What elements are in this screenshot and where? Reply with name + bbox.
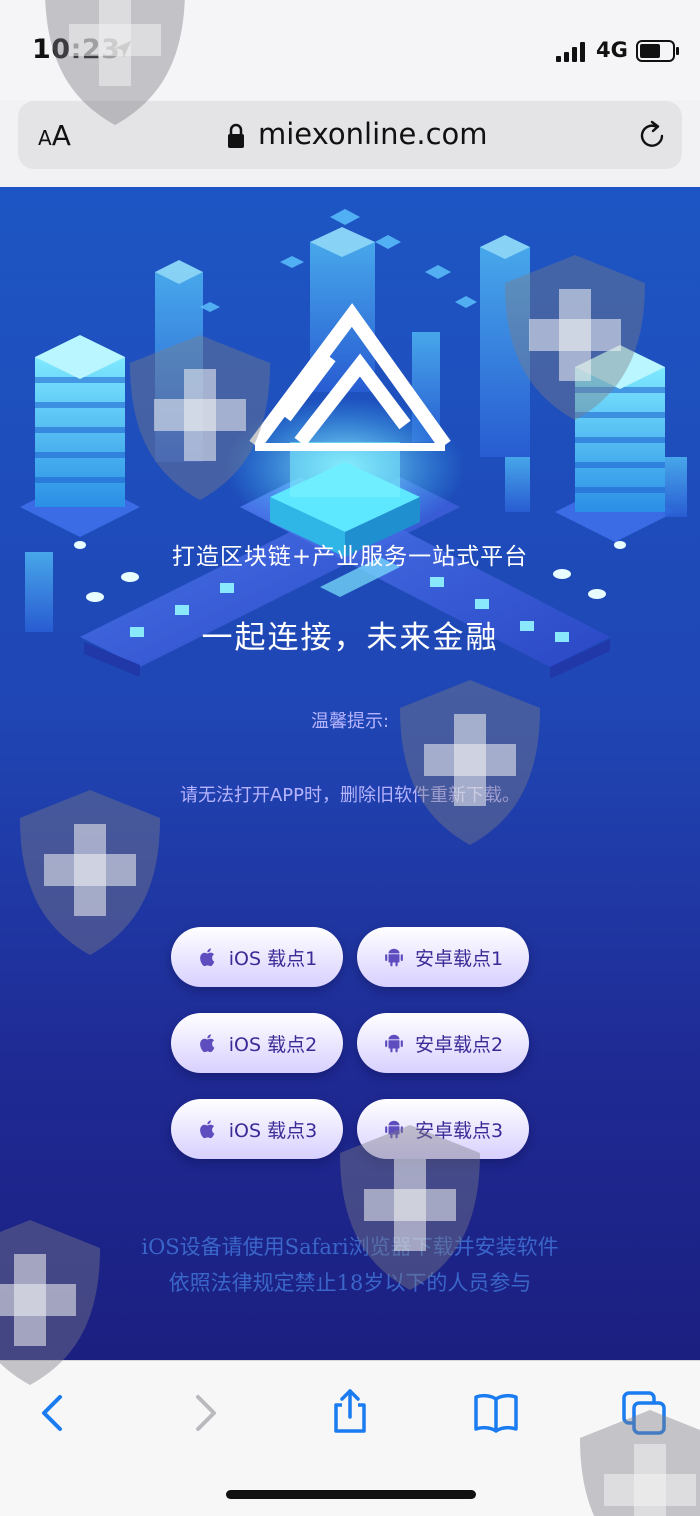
android-download-button-1[interactable]: 安卓载点1: [357, 927, 529, 987]
apple-icon: [199, 1034, 215, 1053]
notice-text: 请无法打开APP时，删除旧软件重新下载。: [179, 785, 521, 806]
back-icon[interactable]: [30, 1389, 78, 1437]
left-tower: [20, 335, 140, 537]
android-download-button-2[interactable]: 安卓载点2: [357, 1013, 529, 1073]
lock-icon: [228, 123, 244, 148]
button-label: iOS 载点1: [228, 947, 318, 970]
bookmarks-icon[interactable]: [472, 1389, 520, 1437]
text-size-button[interactable]: AA: [38, 119, 71, 152]
ios-download-button-1[interactable]: iOS 载点1: [171, 927, 343, 987]
share-icon[interactable]: [326, 1387, 374, 1435]
button-label: iOS 载点2: [228, 1033, 318, 1056]
right-tower: [555, 345, 675, 542]
android-icon: [385, 1034, 403, 1053]
page-content: 打造区块链+产业服务一站式平台 一起连接，未来金融 温馨提示: 请无法打开APP…: [0, 187, 700, 1360]
button-label: 安卓载点2: [414, 1033, 504, 1056]
reload-icon[interactable]: [636, 119, 668, 151]
location-arrow-icon: [114, 40, 132, 58]
android-icon: [385, 948, 403, 967]
hero-title: 一起连接，未来金融: [201, 620, 499, 656]
button-label: 安卓载点1: [414, 947, 504, 970]
apple-icon: [199, 948, 215, 967]
apple-icon: [199, 1120, 215, 1139]
ios-download-button-3[interactable]: iOS 载点3: [171, 1099, 343, 1159]
cell-signal-icon: [556, 42, 585, 62]
ios-download-button-2[interactable]: iOS 载点2: [171, 1013, 343, 1073]
status-bar: 10:23 4G: [0, 0, 700, 100]
android-icon: [385, 1120, 403, 1139]
notice-title: 温馨提示:: [310, 711, 390, 732]
url-text[interactable]: miexonline.com: [258, 117, 488, 151]
footer-age-note: 依照法律规定禁止18岁以下的人员参与: [168, 1271, 532, 1295]
network-type: 4G: [596, 38, 628, 62]
home-indicator: [226, 1490, 476, 1499]
hero-subtitle: 打造区块链+产业服务一站式平台: [171, 544, 529, 570]
address-bar[interactable]: AA miexonline.com: [18, 101, 682, 169]
android-download-button-3[interactable]: 安卓载点3: [357, 1099, 529, 1159]
button-label: 安卓载点3: [414, 1119, 504, 1142]
tabs-icon[interactable]: [620, 1389, 668, 1437]
forward-icon[interactable]: [180, 1389, 228, 1437]
button-label: iOS 载点3: [228, 1119, 318, 1142]
battery-icon: [636, 40, 679, 62]
status-time: 10:23: [32, 34, 121, 65]
footer-safari-note: iOS设备请使用Safari浏览器下载并安装软件: [141, 1235, 559, 1259]
